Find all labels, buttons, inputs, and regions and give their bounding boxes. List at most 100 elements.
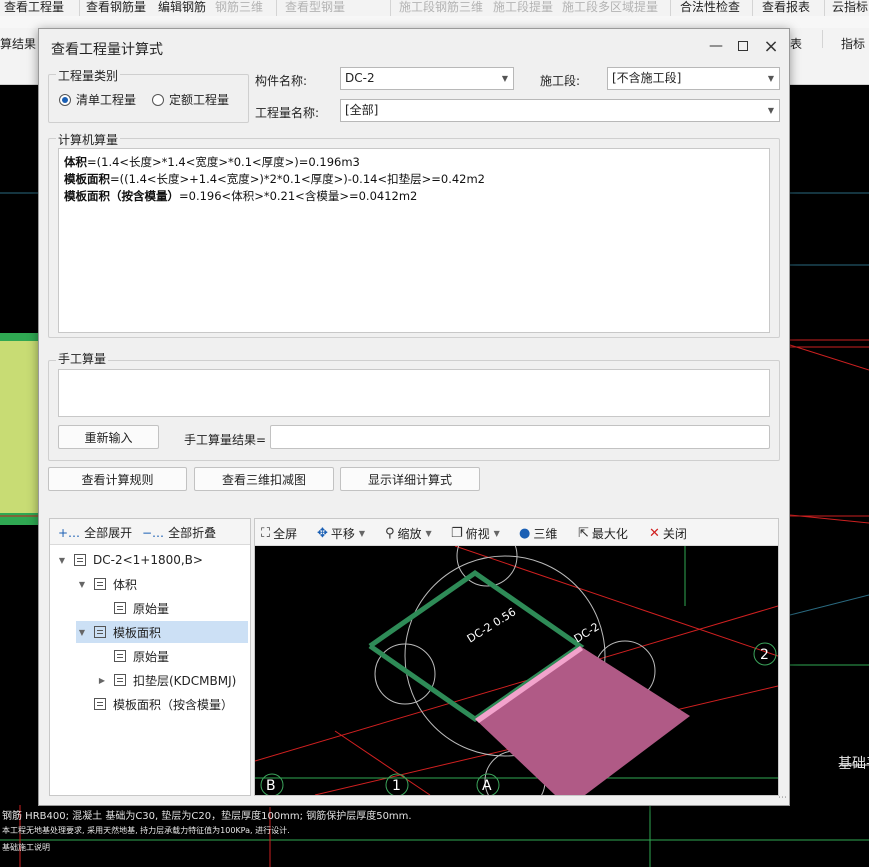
formula-line-formwork: 模板面积=((1.4<长度>+1.4<宽度>)*2*0.1<厚度>)-0.14<…: [64, 171, 485, 187]
quantity-name-label: 工程量名称:: [255, 106, 320, 120]
close-icon: ×: [763, 35, 779, 57]
expand-down-icon[interactable]: ▼: [76, 628, 88, 637]
chevron-down-icon: ▼: [425, 529, 432, 538]
tree-node-formwork-original[interactable]: 原始量: [96, 645, 169, 667]
view-close-button[interactable]: ✕ 关闭: [649, 525, 687, 542]
stage-value: [不含施工段]: [612, 71, 682, 85]
pan-button[interactable]: ✥ 平移 ▼: [317, 525, 365, 542]
formula-name: 体积: [64, 155, 87, 169]
dialog-title: 查看工程量计算式: [51, 42, 163, 58]
view-calc-rules-button[interactable]: 查看计算规则: [48, 467, 187, 491]
expand-all-button[interactable]: +… 全部展开: [58, 524, 132, 541]
ribbon-item-stage-quantity[interactable]: 施工段提量: [493, 0, 553, 14]
collapse-all-icon: −…: [142, 525, 165, 540]
expand-right-icon[interactable]: ▶: [96, 676, 108, 685]
fullscreen-button[interactable]: ⛶ 全屏: [261, 525, 297, 542]
ribbon-item-validity-check[interactable]: 合法性检查: [680, 0, 740, 14]
radio-indicator: [59, 93, 71, 106]
collapse-all-label: 全部折叠: [168, 526, 217, 540]
document-icon: [94, 626, 106, 638]
top-view-label: 俯视: [465, 527, 490, 541]
manual-calc-legend: 手工算量: [56, 350, 109, 367]
close-icon: ✕: [649, 526, 660, 541]
ribbon-item-rebar-3d[interactable]: 钢筋三维: [215, 0, 263, 14]
radio-bill-quantity[interactable]: 清单工程量: [59, 91, 136, 108]
formula-textarea[interactable]: 体积=(1.4<长度>*1.4<宽度>*0.1<厚度>)=0.196m3 模板面…: [58, 148, 770, 333]
computer-calc-legend: 计算机算量: [56, 131, 121, 148]
document-icon: [94, 698, 106, 710]
ribbon-item-view-report[interactable]: 查看报表: [762, 0, 810, 14]
3d-button[interactable]: ● 三维: [519, 525, 557, 542]
zoom-label: 缩放: [397, 527, 422, 541]
document-icon: [114, 674, 126, 686]
top-view-button[interactable]: ❐ 俯视 ▼: [451, 525, 500, 542]
resize-grip-icon[interactable]: ⋯: [778, 793, 787, 803]
view-close-label: 关闭: [662, 527, 687, 541]
formula-expr: =(1.4<长度>*1.4<宽度>*0.1<厚度>)=0.196m3: [87, 155, 360, 169]
zoom-button[interactable]: ⚲ 缩放 ▼: [385, 525, 432, 542]
expand-all-label: 全部展开: [84, 526, 133, 540]
minimize-icon: —: [709, 38, 723, 54]
view-toolbar: ⛶ 全屏 ✥ 平移 ▼ ⚲ 缩放 ▼ ❐ 俯视 ▼ ● 三维 ⇱ 最大化 ✕ 关…: [255, 519, 778, 546]
document-icon: [114, 602, 126, 614]
chevron-down-icon: ▼: [767, 106, 774, 115]
document-icon: [114, 650, 126, 662]
ribbon-item-cloud-index[interactable]: 云指标: [832, 0, 868, 14]
tree-node-component[interactable]: ▼ DC-2<1+1800,B>: [56, 549, 203, 571]
chevron-down-icon: ▼: [358, 529, 366, 538]
quantity-name-select[interactable]: [全部] ▼: [340, 99, 780, 122]
quantity-type-legend: 工程量类别: [56, 67, 121, 84]
radio-quota-quantity[interactable]: 定额工程量: [152, 91, 229, 108]
ribbon-row1: 查看工程量 查看钢筋量 编辑钢筋 钢筋三维 查看型钢量 施工段钢筋三维 施工段提…: [0, 0, 869, 16]
view-maximize-button[interactable]: ⇱ 最大化: [578, 525, 628, 542]
tree-node-volume-original[interactable]: 原始量: [96, 597, 169, 619]
formula-name: 模板面积（按含模量）: [64, 189, 179, 203]
cad-note-3: 基础施工说明: [2, 843, 50, 852]
component-label: 构件名称:: [255, 74, 308, 88]
show-detail-formula-button[interactable]: 显示详细计算式: [340, 467, 480, 491]
top-view-icon: ❐: [451, 526, 463, 541]
manual-calc-textarea[interactable]: [58, 369, 770, 417]
tree-node-deduct-cushion[interactable]: ▶ 扣垫层(KDCMBMJ): [96, 669, 236, 691]
quantity-tree-panel: +… 全部展开 −… 全部折叠 ▼ DC-2<1+1800,B> ▼ 体积 原始量 …: [49, 518, 251, 796]
tree-node-formwork[interactable]: ▼ 模板面积: [76, 621, 248, 643]
3d-icon: ●: [519, 526, 531, 541]
stage-label: 施工段:: [540, 74, 581, 88]
ribbon-item-edit-rebar[interactable]: 编辑钢筋: [158, 0, 206, 14]
tree-node-label: 模板面积（按含模量）: [113, 697, 234, 712]
manual-result-input[interactable]: [270, 425, 770, 449]
reinput-button[interactable]: 重新输入: [58, 425, 159, 449]
axis-marker-2: 2: [760, 647, 769, 663]
tree-node-volume[interactable]: ▼ 体积: [76, 573, 137, 595]
radio-indicator: [152, 93, 164, 106]
minimize-button[interactable]: —: [703, 35, 729, 57]
chevron-down-icon: ▼: [501, 74, 508, 83]
tree-node-formwork-ratio[interactable]: 模板面积（按含模量）: [76, 693, 233, 715]
document-icon: [74, 554, 86, 566]
tree-node-label: 模板面积: [113, 625, 162, 640]
view-3d-drawing: DC-2 0.56 DC-2 B 1 A 2: [254, 525, 779, 812]
ribbon-group-index: 指标: [841, 37, 866, 51]
maximize-icon: [738, 41, 748, 51]
view-3d-panel: ⛶ 全屏 ✥ 平移 ▼ ⚲ 缩放 ▼ ❐ 俯视 ▼ ● 三维 ⇱ 最大化 ✕ 关…: [254, 518, 779, 812]
collapse-all-button[interactable]: −… 全部折叠: [142, 524, 216, 541]
expand-down-icon[interactable]: ▼: [76, 580, 88, 589]
ribbon-item-view-rebar[interactable]: 查看钢筋量: [86, 0, 146, 14]
view-3d-canvas[interactable]: DC-2 0.56 DC-2 B 1 A 2: [254, 525, 779, 812]
ribbon-item-stage-rebar-3d[interactable]: 施工段钢筋三维: [399, 0, 483, 14]
formula-expr: =((1.4<长度>+1.4<宽度>)*2*0.1<厚度>)-0.14<扣垫层>…: [110, 172, 486, 186]
stage-select[interactable]: [不含施工段] ▼: [607, 67, 780, 90]
ribbon-item-view-quantity[interactable]: 查看工程量: [4, 0, 64, 14]
tree-node-label: 扣垫层(KDCMBMJ): [133, 673, 237, 688]
pan-icon: ✥: [317, 526, 328, 541]
tree-node-label: 体积: [113, 577, 138, 592]
expand-down-icon[interactable]: ▼: [56, 556, 68, 565]
component-select[interactable]: DC-2 ▼: [340, 67, 514, 90]
document-icon: [94, 578, 106, 590]
close-button[interactable]: ×: [758, 35, 784, 57]
view-3d-deduct-button[interactable]: 查看三维扣减图: [194, 467, 334, 491]
component-label-3d: DC-2: [572, 620, 602, 645]
ribbon-item-stage-multi-area[interactable]: 施工段多区域提量: [562, 0, 658, 14]
maximize-button[interactable]: [730, 35, 756, 57]
ribbon-item-view-steel[interactable]: 查看型钢量: [285, 0, 345, 14]
